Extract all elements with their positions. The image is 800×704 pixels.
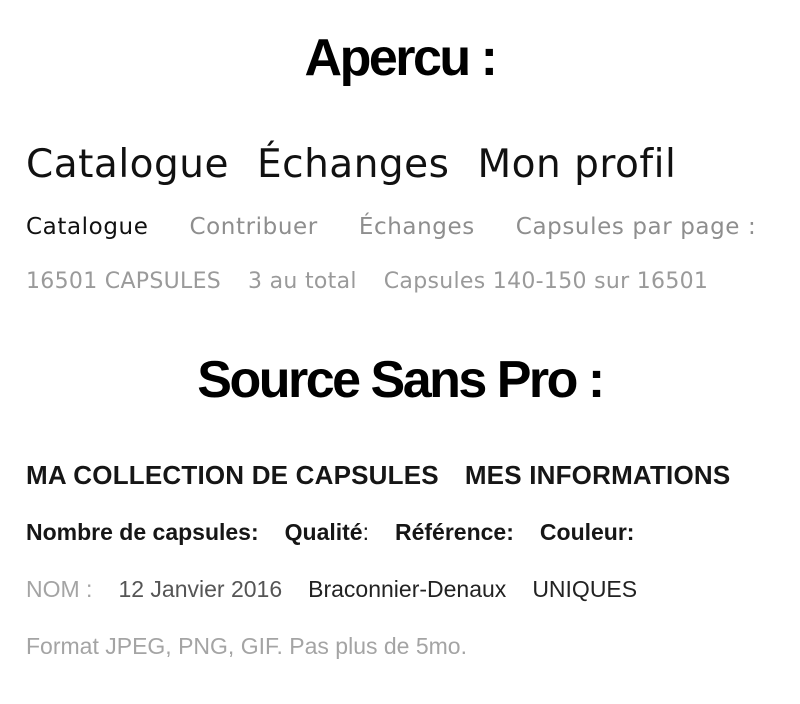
nav-echanges-link[interactable]: Échanges [257, 142, 450, 187]
secondary-navigation: Catalogue Contribuer Échanges Capsules p… [26, 214, 790, 240]
label-text: Nombre de capsules [26, 519, 251, 545]
file-format-hint: Format JPEG, PNG, GIF. Pas plus de 5mo. [26, 633, 467, 659]
upload-hint: Format JPEG, PNG, GIF. Pas plus de 5mo. [26, 633, 790, 660]
section-informations-title[interactable]: MES INFORMATIONS [465, 460, 731, 491]
field-label-count: Nombre de capsules : [26, 519, 259, 546]
label-colon: : [626, 519, 635, 545]
label-text: Qualité [284, 519, 363, 545]
date-value: 12 Janvier 2016 [118, 576, 283, 602]
catalogue-meta: 16501 CAPSULES 3 au total Capsules 140-1… [26, 269, 790, 294]
label-colon: : [250, 519, 259, 545]
label-text: Référence [395, 519, 507, 545]
section-titles: MA COLLECTION DE CAPSULES MES INFORMATIO… [26, 460, 790, 491]
field-values: NOM : 12 Janvier 2016 Braconnier-Denaux … [26, 576, 790, 603]
uniques-value: UNIQUES [532, 576, 638, 602]
label-colon: : [506, 519, 514, 545]
field-label-quality: Qualité : [285, 519, 369, 546]
nav-catalogue-link[interactable]: Catalogue [26, 142, 229, 187]
field-labels: Nombre de capsules : Qualité : Référence… [26, 519, 790, 546]
tab-contribuer[interactable]: Contribuer [189, 214, 317, 240]
capsule-count: 16501 CAPSULES [26, 269, 222, 294]
nom-label: NOM : [26, 576, 93, 602]
main-navigation-large: Catalogue Échanges Mon profil [26, 142, 790, 187]
label-colon: : [362, 519, 369, 545]
name-value: Braconnier-Denaux [308, 576, 507, 602]
field-label-color: Couleur : [540, 519, 635, 546]
apercu-heading: Apercu : [304, 29, 498, 87]
pagination-range: Capsules 140-150 sur 16501 [383, 269, 709, 294]
capsules-per-page-label: Capsules par page : [515, 214, 757, 240]
tab-catalogue[interactable]: Catalogue [26, 214, 148, 240]
total-count: 3 au total [248, 269, 357, 294]
label-text: Couleur [539, 519, 627, 545]
tab-echanges[interactable]: Échanges [359, 214, 475, 240]
font-specimen-page: Apercu : Catalogue Échanges Mon profil C… [0, 0, 800, 704]
field-label-reference: Référence : [395, 519, 514, 546]
section-collection-title[interactable]: MA COLLECTION DE CAPSULES [26, 460, 439, 491]
nav-mon-profil-link[interactable]: Mon profil [478, 142, 677, 187]
source-sans-heading: Source Sans Pro : [197, 351, 605, 409]
